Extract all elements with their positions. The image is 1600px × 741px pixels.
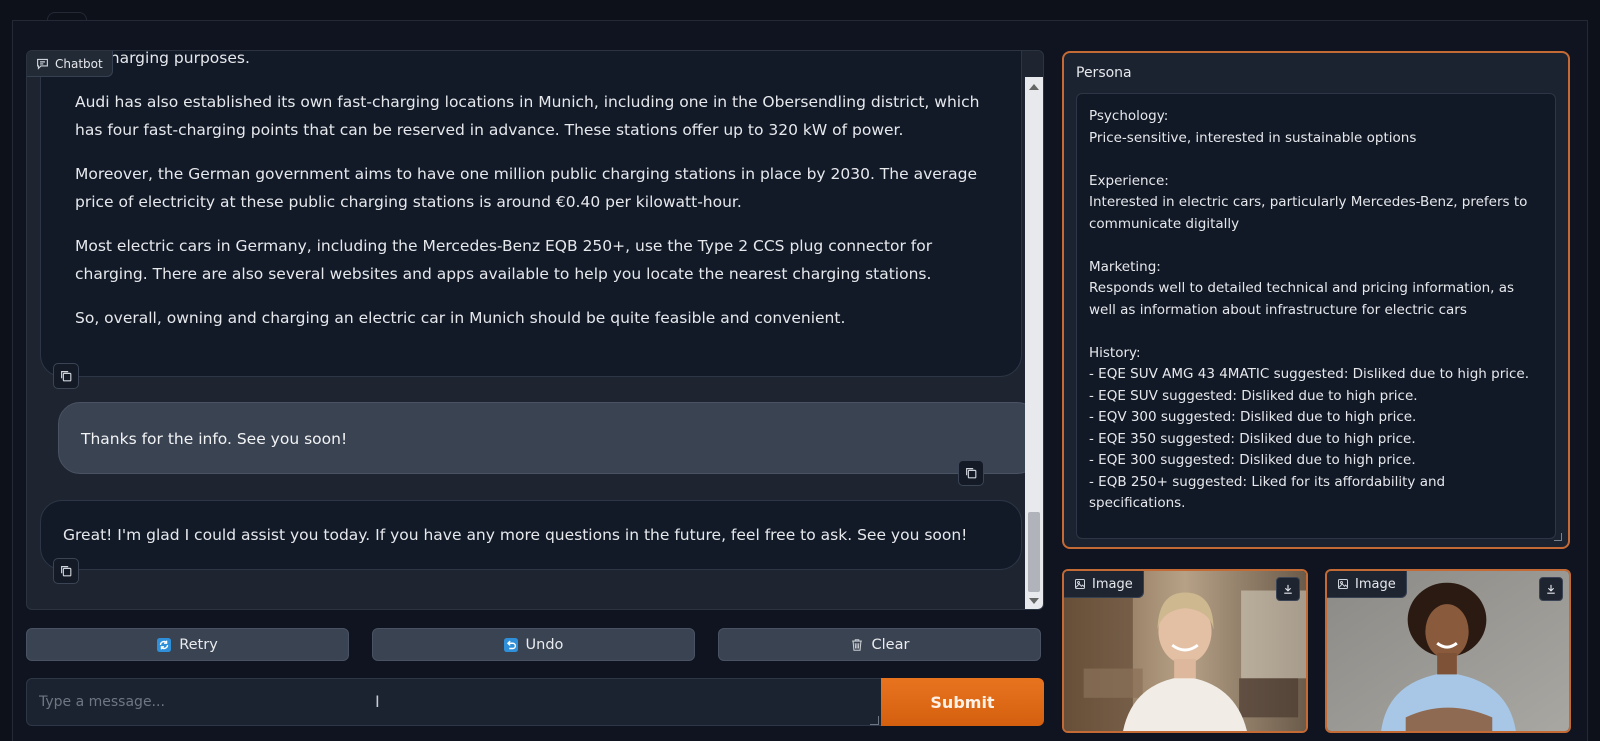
user-message: Thanks for the info. See you soon! xyxy=(58,402,1025,474)
undo-icon xyxy=(503,637,518,652)
message-paragraph: for charging purposes. xyxy=(75,51,250,67)
scrollbar-thumb[interactable] xyxy=(1028,512,1040,592)
copy-button[interactable] xyxy=(53,558,79,584)
chat-icon xyxy=(37,58,48,70)
scroll-down-icon[interactable] xyxy=(1029,598,1039,604)
chatbot-panel: Chatbot for charging purposes. Audi has … xyxy=(26,50,1044,610)
persona-textarea[interactable]: Psychology: Price-sensitive, interested … xyxy=(1076,93,1556,539)
download-icon xyxy=(1547,584,1555,594)
text-cursor-icon: I xyxy=(375,692,380,711)
download-button[interactable] xyxy=(1276,577,1300,601)
copy-button[interactable] xyxy=(53,363,79,389)
clear-button[interactable]: Clear xyxy=(718,628,1041,661)
copy-icon xyxy=(61,371,72,382)
download-button[interactable] xyxy=(1539,577,1563,601)
trash-icon xyxy=(850,638,864,652)
persona-panel: Persona Psychology: Price-sensitive, int… xyxy=(1062,51,1570,549)
copy-icon xyxy=(61,566,72,577)
resize-grip-icon[interactable] xyxy=(870,716,879,725)
message-paragraph: So, overall, owning and charging an elec… xyxy=(75,309,846,327)
message-paragraph: Most electric cars in Germany, including… xyxy=(75,237,933,283)
image-panel-1: Image xyxy=(1062,569,1308,733)
submit-button[interactable]: Submit xyxy=(881,678,1044,726)
resize-grip-icon[interactable] xyxy=(1554,533,1562,541)
retry-button[interactable]: Retry xyxy=(26,628,349,661)
message-input[interactable] xyxy=(26,678,882,726)
image-icon xyxy=(1338,579,1348,589)
chat-scrollbar[interactable] xyxy=(1025,77,1043,609)
copy-button[interactable] xyxy=(958,460,984,486)
chat-history[interactable]: for charging purposes. Audi has also est… xyxy=(27,51,1025,609)
bot-message: for charging purposes. Audi has also est… xyxy=(40,51,1022,377)
copy-icon xyxy=(966,468,977,479)
retry-icon xyxy=(157,637,172,652)
image-label: Image xyxy=(1064,571,1144,598)
download-icon xyxy=(1284,584,1292,594)
image-icon xyxy=(1075,579,1085,589)
bot-message: Great! I'm glad I could assist you today… xyxy=(40,500,1022,570)
undo-button[interactable]: Undo xyxy=(372,628,695,661)
persona-label: Persona xyxy=(1076,65,1132,81)
chatbot-label: Chatbot xyxy=(27,51,113,77)
image-panel-2: Image xyxy=(1325,569,1571,733)
message-paragraph: Moreover, the German government aims to … xyxy=(75,165,978,211)
message-paragraph: Audi has also established its own fast-c… xyxy=(75,93,980,139)
image-label: Image xyxy=(1327,571,1407,598)
scroll-up-icon[interactable] xyxy=(1029,84,1039,90)
